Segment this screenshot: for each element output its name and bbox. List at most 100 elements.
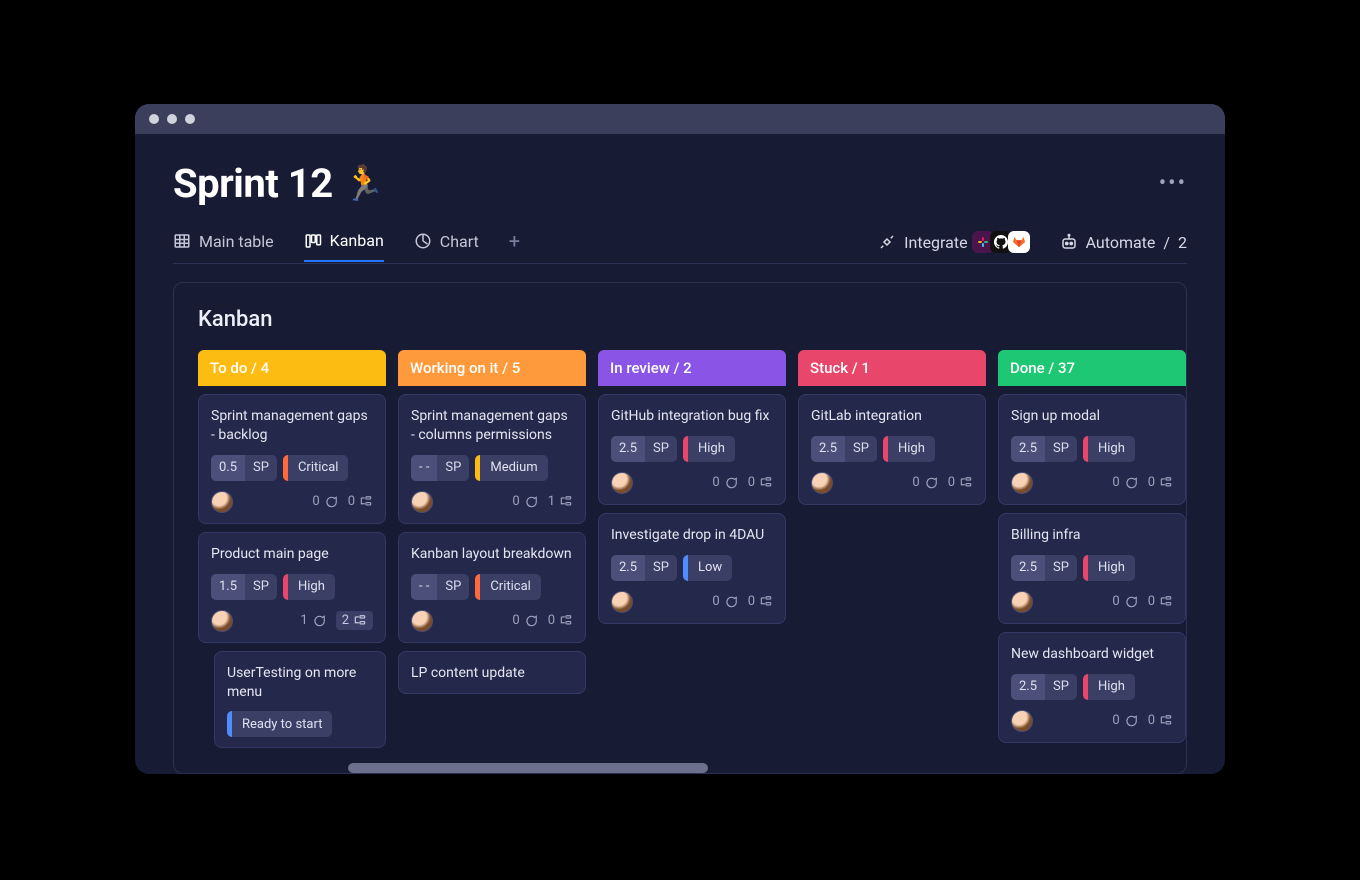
traffic-light-zoom[interactable] xyxy=(185,114,195,124)
priority-badge[interactable]: High xyxy=(1083,674,1135,700)
card[interactable]: Sprint management gaps - columns permiss… xyxy=(398,394,586,524)
tab-main-table[interactable]: Main table xyxy=(173,232,274,261)
comments-count[interactable]: 0 xyxy=(512,494,537,509)
tab-kanban[interactable]: Kanban xyxy=(304,231,384,262)
comments-count[interactable]: 0 xyxy=(712,475,737,490)
more-menu-button[interactable]: ••• xyxy=(1159,171,1187,196)
priority-badge[interactable]: Critical xyxy=(283,455,348,481)
story-points-badge[interactable]: 2.5SP xyxy=(611,436,677,462)
subitems-icon xyxy=(353,614,367,628)
subitems-count[interactable]: 0 xyxy=(1148,594,1173,609)
story-points-badge[interactable]: 2.5SP xyxy=(1011,674,1077,700)
assignee-avatar[interactable] xyxy=(1011,591,1033,613)
card-title: New dashboard widget xyxy=(1011,645,1173,664)
card[interactable]: UserTesting on more menuReady to start xyxy=(214,651,386,749)
comments-count[interactable]: 0 xyxy=(1112,713,1137,728)
priority-badge[interactable]: High xyxy=(283,574,335,600)
automate-count: 2 xyxy=(1178,233,1187,252)
story-points-label: SP xyxy=(1045,679,1077,694)
subitems-count[interactable]: 2 xyxy=(336,611,373,630)
story-points-badge[interactable]: 2.5SP xyxy=(611,555,677,581)
story-points-badge[interactable]: 1.5SP xyxy=(211,574,277,600)
priority-badge[interactable]: High xyxy=(883,436,935,462)
horizontal-scrollbar[interactable] xyxy=(348,763,708,773)
card[interactable]: Sprint management gaps - backlog0.5SPCri… xyxy=(198,394,386,524)
subitems-count[interactable]: 0 xyxy=(548,613,573,628)
assignee-avatar[interactable] xyxy=(211,491,233,513)
automate-button[interactable]: Automate / 2 xyxy=(1060,233,1187,252)
story-points-badge[interactable]: - -SP xyxy=(411,574,469,600)
comments-count[interactable]: 0 xyxy=(512,613,537,628)
comment-icon xyxy=(524,495,538,509)
card-badges: Ready to start xyxy=(227,711,373,737)
story-points-label: SP xyxy=(1045,441,1077,456)
assignee-avatar[interactable] xyxy=(1011,710,1033,732)
traffic-light-close[interactable] xyxy=(149,114,159,124)
card[interactable]: GitHub integration bug fix2.5SPHigh00 xyxy=(598,394,786,505)
column-header-stuck[interactable]: Stuck / 1 xyxy=(798,350,986,386)
automate-label: Automate xyxy=(1086,233,1156,252)
integrate-button[interactable]: Integrate xyxy=(878,231,1029,253)
comments-count[interactable]: 1 xyxy=(300,613,325,628)
add-view-button[interactable]: + xyxy=(509,229,520,263)
card[interactable]: LP content update xyxy=(398,651,586,694)
subitems-value: 0 xyxy=(1148,475,1155,490)
comments-count[interactable]: 0 xyxy=(1112,475,1137,490)
story-points-label: SP xyxy=(437,460,469,475)
priority-badge[interactable]: High xyxy=(1083,436,1135,462)
priority-label: Critical xyxy=(480,579,540,594)
assignee-avatar[interactable] xyxy=(1011,472,1033,494)
story-points-badge[interactable]: 2.5SP xyxy=(811,436,877,462)
column-header-todo[interactable]: To do / 4 xyxy=(198,350,386,386)
card[interactable]: Investigate drop in 4DAU2.5SPLow00 xyxy=(598,513,786,624)
comments-count[interactable]: 0 xyxy=(312,494,337,509)
priority-badge[interactable]: Medium xyxy=(475,455,547,481)
card-title: Product main page xyxy=(211,545,373,564)
assignee-avatar[interactable] xyxy=(211,610,233,632)
story-points-badge[interactable]: - -SP xyxy=(411,455,469,481)
card[interactable]: Kanban layout breakdown- -SPCritical00 xyxy=(398,532,586,643)
subitems-value: 0 xyxy=(548,613,555,628)
card[interactable]: New dashboard widget 2.5SPHigh 00 xyxy=(998,632,1186,743)
assignee-avatar[interactable] xyxy=(611,472,633,494)
priority-badge[interactable]: Low xyxy=(683,555,732,581)
subitems-count[interactable]: 0 xyxy=(1148,475,1173,490)
card[interactable]: GitLab integration2.5SPHigh00 xyxy=(798,394,986,505)
subitems-count[interactable]: 0 xyxy=(748,594,773,609)
comment-icon xyxy=(1124,476,1138,490)
tab-chart[interactable]: Chart xyxy=(414,232,479,261)
priority-badge[interactable]: High xyxy=(1083,555,1135,581)
subitems-count[interactable]: 1 xyxy=(548,494,573,509)
subitems-count[interactable]: 0 xyxy=(948,475,973,490)
priority-badge[interactable]: High xyxy=(683,436,735,462)
status-badge[interactable]: Ready to start xyxy=(227,711,332,737)
assignee-avatar[interactable] xyxy=(611,591,633,613)
assignee-avatar[interactable] xyxy=(811,472,833,494)
traffic-light-minimize[interactable] xyxy=(167,114,177,124)
card[interactable]: Sign up modal2.5SPHigh00 xyxy=(998,394,1186,505)
card[interactable]: Billing infra2.5SPHigh00 xyxy=(998,513,1186,624)
subitems-count[interactable]: 0 xyxy=(348,494,373,509)
assignee-avatar[interactable] xyxy=(411,610,433,632)
story-points-label: SP xyxy=(645,560,677,575)
card-badges: 2.5SPHigh xyxy=(1011,436,1173,462)
comments-count[interactable]: 0 xyxy=(912,475,937,490)
subitems-count[interactable]: 0 xyxy=(748,475,773,490)
comments-count[interactable]: 0 xyxy=(712,594,737,609)
column-header-done[interactable]: Done / 37 xyxy=(998,350,1186,386)
subitems-value: 0 xyxy=(748,475,755,490)
story-points-badge[interactable]: 2.5SP xyxy=(1011,555,1077,581)
column-header-review[interactable]: In review / 2 xyxy=(598,350,786,386)
story-points-badge[interactable]: 0.5SP xyxy=(211,455,277,481)
assignee-avatar[interactable] xyxy=(411,491,433,513)
subitems-count[interactable]: 0 xyxy=(1148,713,1173,728)
card[interactable]: Product main page 1.5SPHigh 12 xyxy=(198,532,386,643)
comments-count[interactable]: 0 xyxy=(1112,594,1137,609)
story-points-badge[interactable]: 2.5SP xyxy=(1011,436,1077,462)
column-header-working[interactable]: Working on it / 5 xyxy=(398,350,586,386)
subitems-icon xyxy=(759,595,773,609)
card-title: LP content update xyxy=(411,664,573,683)
card-meta-right: 00 xyxy=(912,475,973,490)
priority-badge[interactable]: Critical xyxy=(475,574,540,600)
kanban-board[interactable]: To do / 4 Sprint management gaps - backlo… xyxy=(198,350,1186,773)
